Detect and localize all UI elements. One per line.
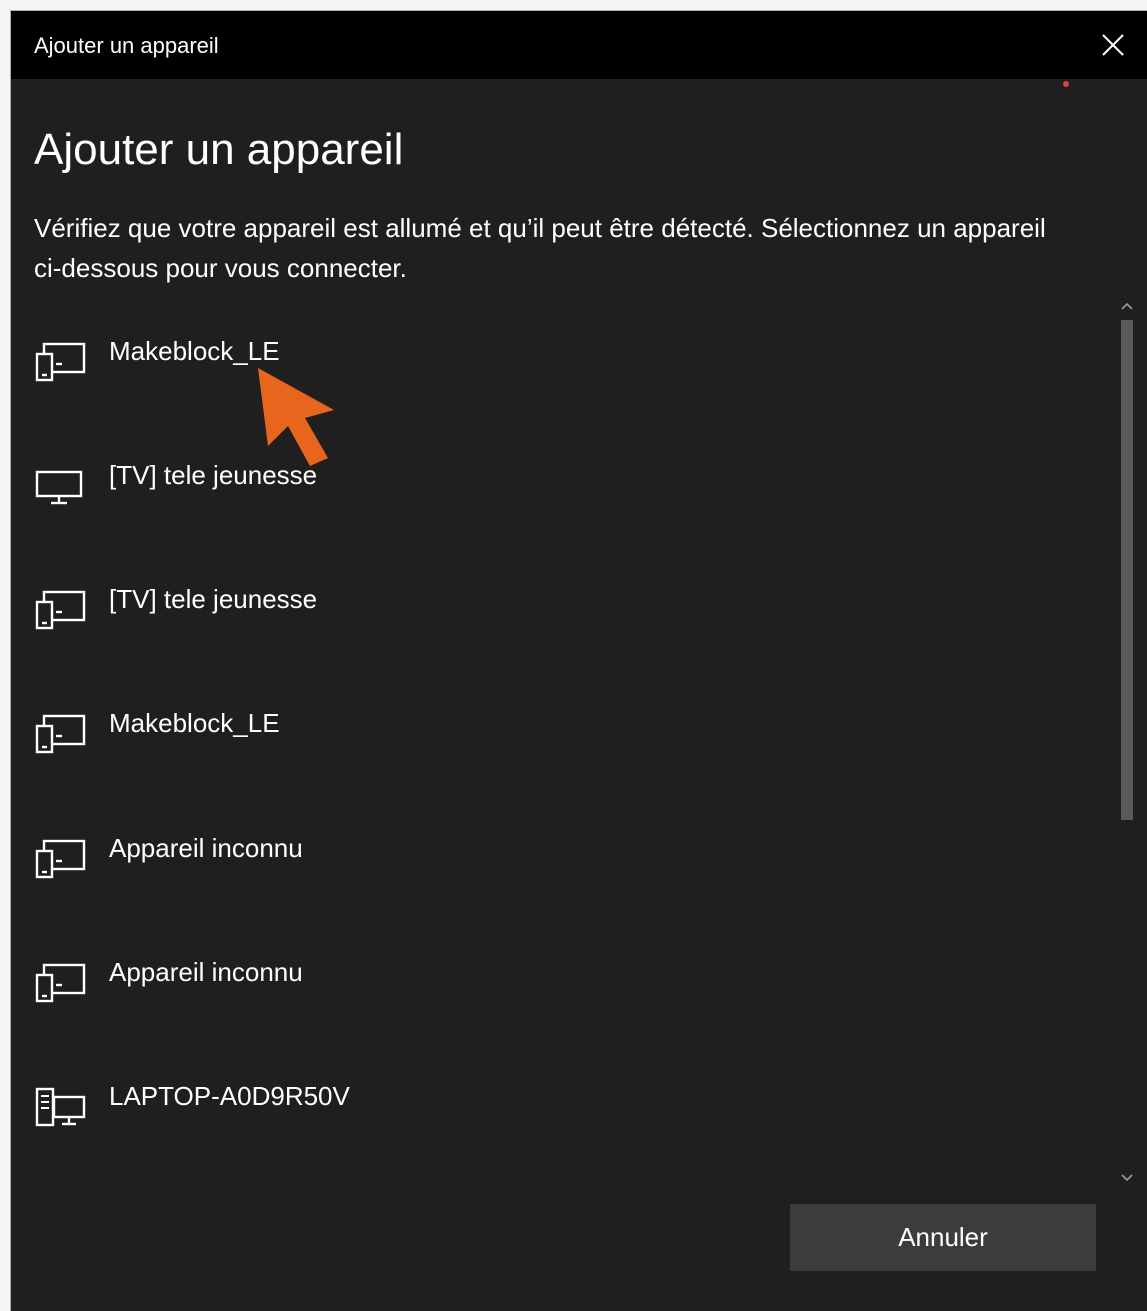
chevron-down-icon (1121, 1174, 1133, 1182)
close-icon (1102, 34, 1124, 56)
device-generic-icon (34, 588, 88, 632)
window-title: Ajouter un appareil (34, 33, 219, 58)
device-item-laptop[interactable]: LAPTOP-A0D9R50V (11, 1039, 1111, 1157)
device-label: Makeblock_LE (109, 708, 280, 738)
device-generic-icon (34, 712, 88, 756)
device-generic-icon (34, 837, 88, 881)
device-item-appareil-inconnu[interactable]: Appareil inconnu (11, 791, 1111, 909)
computer-icon (34, 1085, 88, 1129)
device-item-tv-tele-jeunesse-2[interactable]: [TV] tele jeunesse (11, 542, 1111, 660)
background-window (0, 0, 1147, 10)
instructions-text: Vérifiez que votre appareil est allumé e… (34, 213, 1046, 283)
scroll-up-button[interactable] (1117, 294, 1137, 318)
device-generic-icon (34, 340, 88, 384)
scroll-thumb[interactable] (1121, 320, 1133, 820)
device-list-scrollbar[interactable] (1117, 294, 1137, 1190)
device-label: Appareil inconnu (109, 957, 303, 987)
device-generic-icon (34, 961, 88, 1005)
device-label: Makeblock_LE (109, 336, 280, 366)
device-label: Appareil inconnu (109, 833, 303, 863)
page: Ajouter un appareil Ajouter un appareil … (0, 0, 1147, 1311)
cancel-button[interactable]: Annuler (790, 1204, 1096, 1271)
device-label: LAPTOP-A0D9R50V (109, 1081, 350, 1111)
device-label: [TV] tele jeunesse (109, 460, 318, 490)
device-item-appareil-inconnu-2[interactable]: Appareil inconnu (11, 915, 1111, 1033)
close-button[interactable] (1079, 11, 1147, 79)
chevron-up-icon (1121, 302, 1133, 310)
device-list: Makeblock_LE [TV] tele jeunesse [TV] tel… (11, 294, 1111, 1184)
page-title: Ajouter un appareil (34, 125, 404, 174)
device-item-makeblock-le[interactable]: Makeblock_LE (11, 294, 1111, 412)
scroll-track[interactable] (1121, 320, 1133, 1164)
title-bar: Ajouter un appareil (11, 11, 1147, 79)
device-item-makeblock-le-2[interactable]: Makeblock_LE (11, 666, 1111, 784)
scroll-down-button[interactable] (1117, 1166, 1137, 1190)
notification-dot (1063, 81, 1069, 87)
monitor-icon (34, 464, 88, 508)
device-item-tv-tele-jeunesse[interactable]: [TV] tele jeunesse (11, 418, 1111, 536)
add-device-dialog: Ajouter un appareil Ajouter un appareil … (10, 10, 1147, 1311)
background-window-edge (0, 0, 10, 1311)
device-label: [TV] tele jeunesse (109, 584, 318, 614)
